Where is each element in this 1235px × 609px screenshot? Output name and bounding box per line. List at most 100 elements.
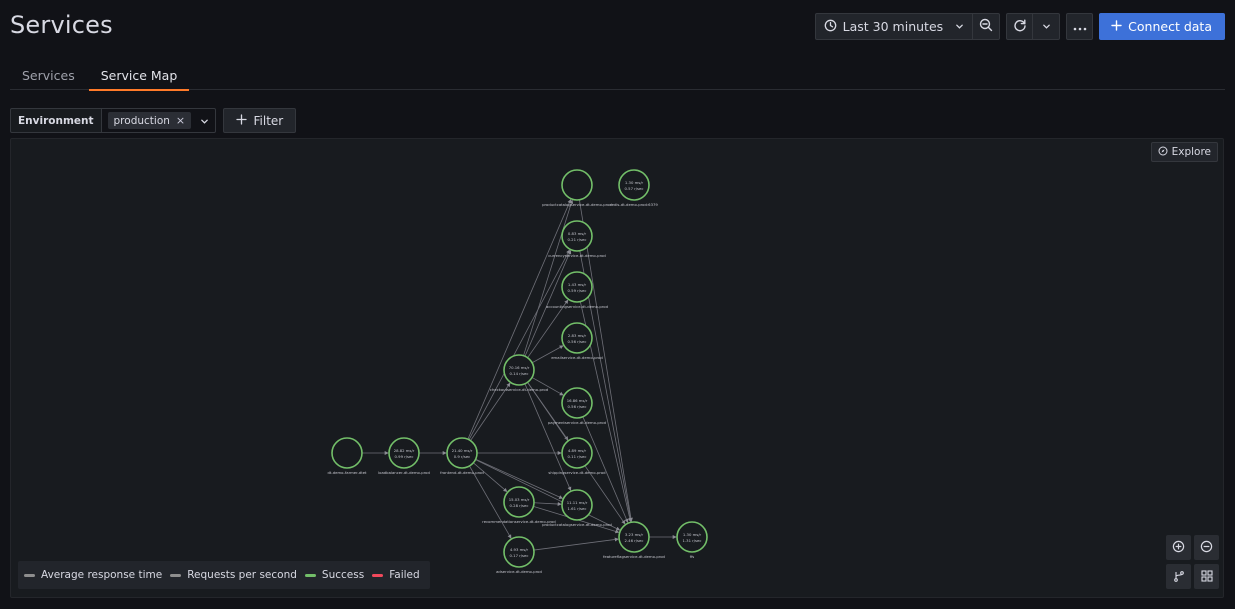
zoom-out-icon (1200, 538, 1213, 557)
node-title: emailservice-dt-demo-prod (551, 355, 603, 360)
node-stat-rps: 0.57 r/sec (625, 186, 644, 191)
ellipsis-icon (1073, 19, 1087, 34)
more-options-button[interactable] (1066, 13, 1094, 40)
environment-select[interactable]: production × (101, 108, 216, 133)
legend-item-response-time: Average response time (24, 569, 162, 581)
refresh-button[interactable] (1006, 13, 1034, 40)
service-node[interactable]: 70.16 ms/r0.14 r/sec checkoutservice-dt-d… (490, 354, 549, 392)
tab-service-map[interactable]: Service Map (88, 60, 190, 91)
legend-item-failed: Failed (372, 569, 420, 581)
node-title: adservice-dt-demo-prod (496, 569, 542, 574)
service-node-circle[interactable] (561, 489, 593, 521)
service-node[interactable]: 4.93 ms/r0.17 r/sec adservice-dt-demo-pro… (496, 536, 542, 574)
plus-icon (235, 113, 247, 128)
service-node-circle[interactable] (503, 354, 535, 386)
service-node-circle[interactable] (561, 271, 593, 303)
graph-edge[interactable] (467, 199, 572, 440)
node-stat-rps: 0.9 r/sec (454, 454, 471, 459)
zoom-in-button[interactable] (1166, 535, 1191, 560)
branch-icon (1173, 567, 1185, 586)
refresh-group (1006, 13, 1061, 40)
add-filter-label: Filter (253, 113, 284, 128)
legend-swatch (170, 573, 182, 577)
service-node[interactable]: 0.83 ms/r0.21 r/sec currencyservice-dt-de… (548, 220, 606, 258)
service-node[interactable]: 1.30 ms/r0.57 r/sec redis-dt-demo-prod:63… (610, 169, 658, 207)
node-title: checkoutservice-dt-demo-prod (490, 387, 549, 392)
node-stat-response: 15.03 ms/r (509, 497, 530, 502)
service-node-circle[interactable] (561, 220, 593, 252)
time-range-label: Last 30 minutes (842, 19, 944, 34)
service-node-circle[interactable] (503, 536, 535, 568)
chevron-down-icon (1042, 19, 1051, 34)
service-node-circle[interactable] (388, 437, 420, 469)
service-node[interactable]: 4.89 ms/r0.11 r/sec shippingservice-dt-de… (548, 437, 606, 475)
service-node-circle[interactable] (331, 437, 363, 469)
node-title: ffs (690, 554, 695, 559)
service-node-circle[interactable] (503, 486, 535, 518)
refresh-interval-dropdown[interactable] (1033, 13, 1061, 40)
node-title: redis-dt-demo-prod:6379 (610, 202, 658, 207)
node-title: frontend-dt-demo-prod (440, 470, 484, 475)
zoom-out-button[interactable] (1194, 535, 1219, 560)
node-stat-response: 70.16 ms/r (509, 365, 530, 370)
map-legend: Average response time Requests per secon… (18, 561, 430, 589)
node-stat-response: 4.89 ms/r (568, 448, 587, 453)
zoom-out-time-button[interactable] (973, 13, 1001, 40)
graph-edge[interactable] (468, 249, 570, 440)
service-node-circle[interactable] (676, 521, 708, 553)
environment-label: Environment (10, 108, 102, 133)
filter-bar: Environment production × Filter (10, 108, 297, 133)
service-node-circle[interactable] (446, 437, 478, 469)
tab-services[interactable]: Services (10, 60, 87, 90)
service-node-circle[interactable] (561, 169, 593, 201)
service-node-circle[interactable] (561, 437, 593, 469)
node-title: loadbalancer-dt-demo-prod (378, 470, 430, 475)
environment-chip-label: production (113, 114, 170, 127)
service-node[interactable]: 15.03 ms/r0.28 r/secrecommendationservic… (482, 486, 556, 524)
service-node[interactable]: dt-demo-farmer-dtet (327, 437, 367, 475)
time-range-picker[interactable]: Last 30 minutes (814, 13, 974, 40)
legend-swatch (24, 573, 35, 577)
toolbar: Last 30 minutes Connect data (814, 13, 1225, 40)
graph-edge[interactable] (533, 537, 619, 551)
service-map-panel: Explore dt-demo-farmer-dtet 28.82 ms/r 0.9… (10, 138, 1224, 598)
grid-view-button[interactable] (1194, 564, 1219, 589)
tab-bar: Services Service Map (10, 60, 1225, 91)
service-node[interactable]: 3.23 ms/r2.46 r/sec featureflagservice-dt… (603, 521, 666, 559)
layout-toggle-button[interactable] (1166, 564, 1191, 589)
node-stat-response: 1.30 ms/r (625, 180, 644, 185)
node-stat-response: 16.86 ms/r (567, 398, 588, 403)
time-range-group: Last 30 minutes (814, 13, 1001, 40)
node-stat-response: 11.11 ms/r (567, 500, 588, 505)
service-node[interactable]: 11.11 ms/r1.61 r/sec productcatalogservic… (542, 489, 612, 527)
service-node[interactable]: 16.86 ms/r0.56 r/sec paymentservice-dt-de… (548, 387, 607, 425)
add-filter-button[interactable]: Filter (222, 108, 297, 133)
legend-item-success: Success (304, 569, 364, 581)
remove-chip-icon[interactable]: × (176, 114, 185, 127)
graph-edge[interactable] (533, 502, 562, 506)
page-title: Services (10, 11, 113, 39)
service-node-circle[interactable] (561, 387, 593, 419)
service-node-circle[interactable] (618, 521, 650, 553)
legend-label: Requests per second (187, 569, 297, 581)
legend-swatch (372, 573, 384, 577)
node-stat-rps: 1.31 r/sec (683, 538, 702, 543)
service-node[interactable]: productcatalogservice-dt-demo-prod (542, 169, 612, 207)
legend-label: Average response time (41, 569, 163, 581)
node-stat-rps: 2.46 r/sec (625, 538, 644, 543)
connect-data-button[interactable]: Connect data (1099, 13, 1225, 40)
service-graph[interactable]: dt-demo-farmer-dtet 28.82 ms/r0.99 r/sec l… (11, 139, 1224, 598)
node-title: shippingservice-dt-demo-prod (548, 470, 606, 475)
service-node[interactable]: 28.82 ms/r0.99 r/sec loadbalancer-dt-demo… (378, 437, 431, 475)
node-stat-rps: 0.11 r/sec (568, 454, 587, 459)
node-title: dt-demo-farmer-dtet (327, 470, 367, 475)
service-node-circle[interactable] (561, 322, 593, 354)
legend-label: Failed (389, 569, 420, 581)
node-title: productcatalogservice-dt-demo-prod (542, 202, 612, 207)
service-node[interactable]: 21.40 ms/r0.9 r/sec frontend-dt-demo-prod (440, 437, 484, 475)
node-stat-response: 3.23 ms/r (625, 532, 644, 537)
service-node-circle[interactable] (618, 169, 650, 201)
service-node[interactable]: 2.83 ms/r0.56 r/sec emailservice-dt-demo-… (551, 322, 603, 360)
service-node[interactable]: 1.30 ms/r1.31 r/sec ffs (676, 521, 708, 559)
node-stat-response: 4.93 ms/r (510, 547, 529, 552)
